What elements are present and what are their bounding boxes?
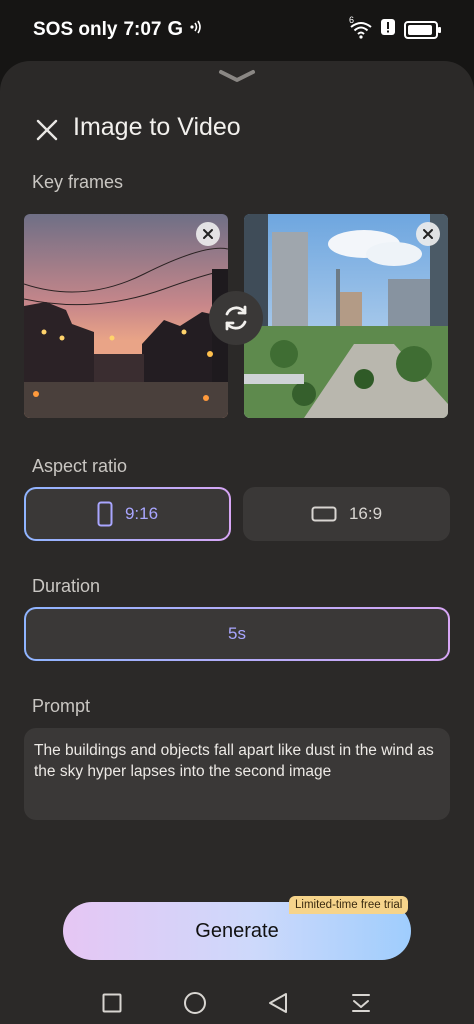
remove-frame-2-button[interactable]: [416, 222, 440, 246]
wifi-icon: 6: [349, 15, 372, 39]
prompt-input[interactable]: The buildings and objects fall apart lik…: [24, 728, 450, 820]
page-title: Image to Video: [73, 113, 241, 141]
alert-icon: [380, 18, 396, 41]
status-right: 6: [349, 15, 441, 41]
carrier-text: SOS only: [33, 18, 118, 40]
key-frames-label: Key frames: [32, 172, 124, 192]
prompt-label: Prompt: [32, 696, 91, 716]
google-icon: G: [167, 18, 184, 40]
nfc-waves-icon: [189, 19, 205, 41]
image-to-video-sheet: Image to Video Key frames Aspect ratio 9…: [0, 61, 474, 1024]
duration-label: Duration: [32, 576, 101, 596]
notification-pull-icon[interactable]: [348, 990, 374, 1016]
battery-icon: [404, 20, 441, 39]
swap-frames-button[interactable]: [209, 291, 263, 345]
chevron-down-icon[interactable]: [218, 69, 256, 88]
swap-icon: [225, 305, 247, 331]
close-icon[interactable]: [32, 115, 62, 145]
aspect-9-16-button[interactable]: 9:16: [24, 487, 231, 541]
close-icon: [423, 229, 433, 239]
aspect-9-16-label: 9:16: [124, 504, 159, 523]
clock: 7:07: [123, 18, 162, 40]
aspect-ratio-label: Aspect ratio: [32, 456, 128, 476]
close-icon: [203, 229, 213, 239]
aspect-16-9-button[interactable]: 16:9: [243, 487, 450, 541]
recents-icon[interactable]: [99, 990, 125, 1016]
back-icon[interactable]: [265, 990, 291, 1016]
remove-frame-1-button[interactable]: [196, 222, 220, 246]
free-trial-badge: Limited-time free trial: [289, 896, 409, 914]
portrait-icon: [97, 501, 113, 527]
city-skyline-photo: [244, 214, 448, 418]
home-icon[interactable]: [182, 990, 208, 1016]
system-nav-bar: [0, 982, 474, 1024]
wifi-label: 6: [349, 14, 355, 25]
status-left: SOS only 7:07 G: [33, 18, 205, 41]
key-frame-2[interactable]: [244, 214, 448, 418]
status-bar: SOS only 7:07 G 6: [0, 0, 474, 60]
key-frame-1[interactable]: [24, 214, 228, 418]
duration-value: 5s: [228, 624, 246, 643]
landscape-icon: [311, 506, 337, 522]
sunset-street-photo: [24, 214, 228, 418]
generate-label: Generate: [195, 919, 279, 942]
aspect-16-9-label: 16:9: [348, 504, 383, 523]
duration-5s-button[interactable]: 5s: [24, 607, 450, 661]
